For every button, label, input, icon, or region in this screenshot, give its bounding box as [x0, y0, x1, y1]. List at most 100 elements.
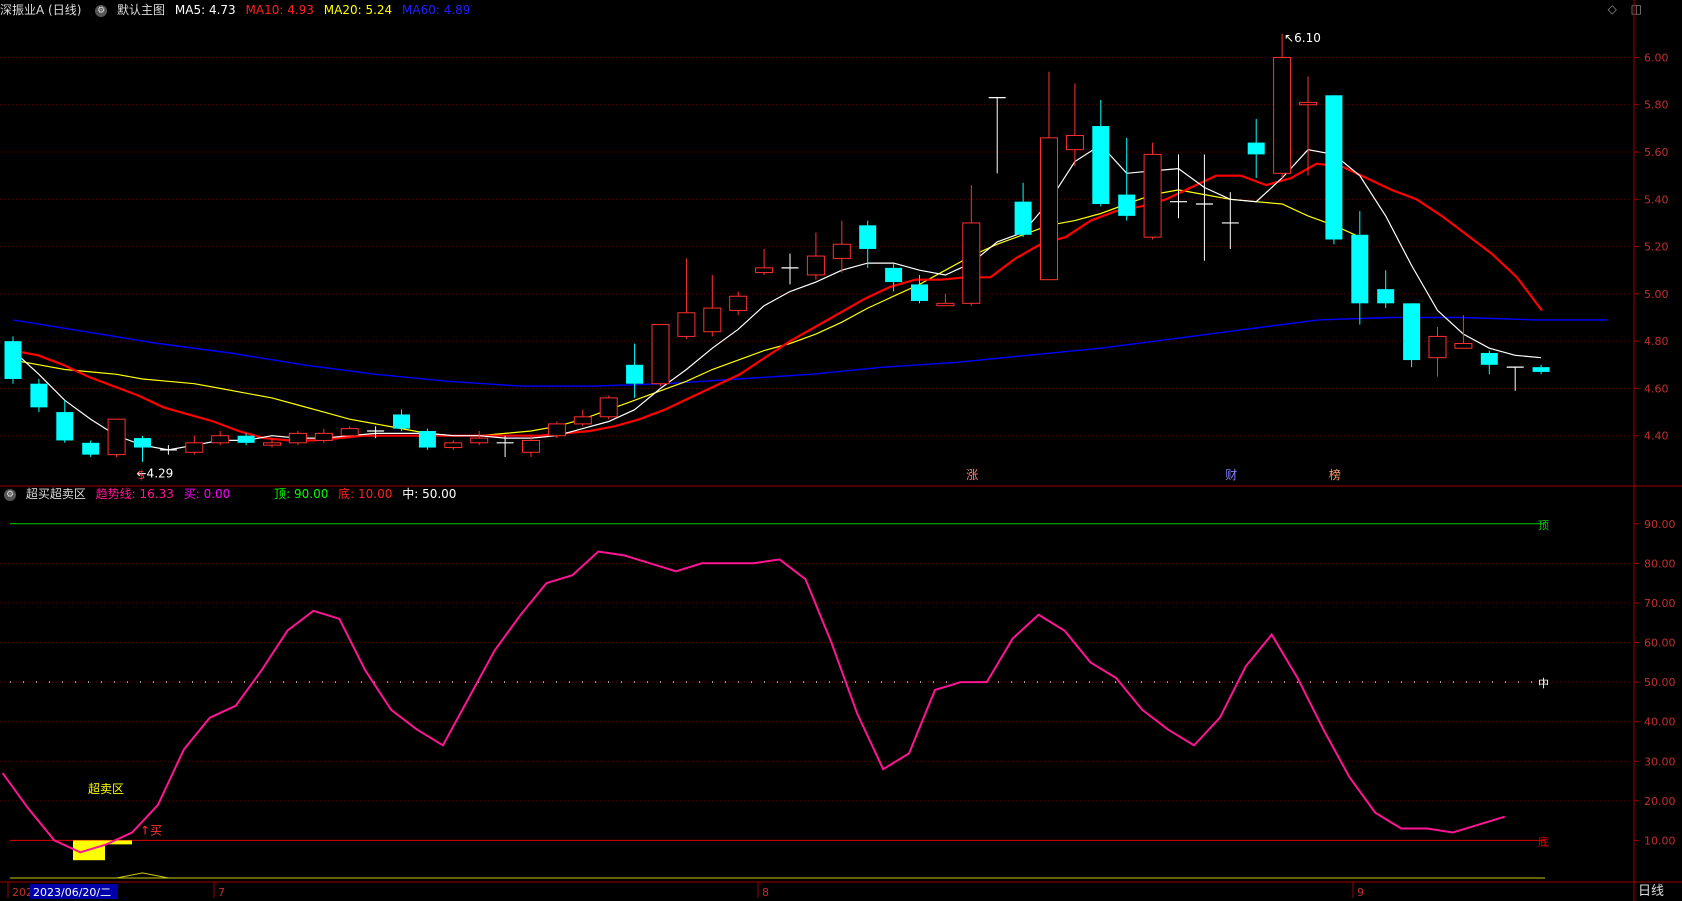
candle: [56, 400, 74, 443]
candle: [1014, 182, 1032, 238]
candle-body: [1428, 335, 1447, 359]
sub-y-tick-label: 30.00: [1644, 755, 1676, 768]
event-marker: 涨: [966, 467, 978, 482]
candle: [1428, 326, 1447, 377]
candle: [1092, 100, 1110, 207]
candle: [418, 428, 436, 450]
candle: [729, 291, 748, 316]
candle-body: [340, 428, 359, 437]
candle: [1480, 350, 1498, 375]
candle-body: [470, 437, 489, 444]
candle-body: [1092, 126, 1110, 205]
candle: [806, 232, 825, 280]
cursor-date-label: 2023/06/20/二: [33, 886, 111, 899]
candle-body: [832, 243, 851, 259]
event-marker: 财: [1225, 468, 1237, 482]
candle-body: [547, 423, 566, 437]
candle: [159, 445, 177, 455]
candle-body: [211, 435, 230, 444]
candle: [522, 435, 540, 457]
main-y-tick-label: 6.00: [1644, 51, 1669, 64]
stock-chart[interactable]: 6.00 5.80 5.60 5.40 5.20 5.00 4.80 4.60 4.40 90.0…: [0, 0, 1682, 901]
candle: [288, 430, 307, 446]
event-marker: 榜: [1329, 467, 1341, 482]
candle: [781, 253, 799, 285]
candle-body: [56, 412, 74, 441]
candle-body: [626, 364, 644, 384]
main-y-tick-label: 4.80: [1644, 335, 1669, 348]
candle: [1221, 192, 1239, 249]
candle-body: [1377, 289, 1395, 304]
candle-body: [30, 383, 48, 408]
candle: [677, 258, 696, 339]
sub-y-tick-label: 70.00: [1644, 597, 1676, 610]
candle-body: [393, 414, 410, 429]
candle: [1040, 71, 1058, 281]
main-y-tick-label: 4.40: [1644, 430, 1669, 443]
ma-line-ma60: [12, 316, 1608, 387]
candle: [30, 378, 48, 413]
candle-body: [962, 222, 981, 304]
candle-body: [522, 439, 540, 453]
candle: [1351, 211, 1369, 325]
candle: [703, 274, 722, 337]
ref-line-label: 底: [1538, 834, 1549, 848]
candle-body: [1247, 142, 1265, 155]
candle-body: [911, 284, 928, 301]
sub-y-tick-label: 80.00: [1644, 557, 1676, 570]
period-label[interactable]: 日线: [1638, 880, 1664, 899]
candle: [1143, 142, 1162, 240]
candle-body: [1014, 201, 1032, 235]
candle-body: [599, 397, 618, 418]
x-tick-label: 9: [1357, 886, 1364, 899]
candle-body: [1065, 134, 1084, 151]
candle: [1195, 154, 1213, 261]
candle-body: [755, 267, 774, 274]
candle: [4, 336, 22, 384]
main-y-tick-label: 5.20: [1644, 241, 1669, 254]
ma-line-ma5: [12, 144, 1542, 451]
candle: [211, 430, 230, 446]
candle-body: [1273, 56, 1292, 174]
candle-body: [134, 438, 151, 448]
candle: [470, 430, 489, 446]
candle: [82, 440, 100, 457]
candle-body: [729, 295, 748, 311]
candle-body: [418, 430, 436, 448]
main-y-tick-label: 4.60: [1644, 382, 1669, 395]
candle-body: [82, 442, 100, 455]
sub-y-tick-label: 60.00: [1644, 637, 1676, 650]
x-tick-label: 8: [762, 886, 769, 899]
candle: [1325, 95, 1343, 245]
candle: [1506, 366, 1524, 391]
candle-body: [1532, 367, 1550, 372]
candle-body: [677, 312, 696, 337]
candle: [185, 435, 204, 455]
candle: [1403, 303, 1421, 368]
candle: [1118, 137, 1136, 221]
candle-body: [936, 302, 955, 307]
sub-y-tick-label: 40.00: [1644, 716, 1676, 729]
candle-body: [263, 442, 281, 446]
candle: [626, 343, 644, 398]
candle: [599, 395, 618, 420]
candle: [134, 435, 151, 462]
candle: [988, 97, 1006, 174]
candle: [1454, 315, 1473, 349]
main-y-tick-label: 5.40: [1644, 193, 1669, 206]
candle-body: [859, 225, 877, 249]
buy-signal-bump: [116, 872, 169, 879]
candle-body: [1351, 234, 1369, 304]
candle-body: [1480, 352, 1498, 365]
candle-body: [703, 307, 722, 333]
candle-body: [651, 324, 670, 385]
candle-body: [185, 442, 204, 453]
ref-line-label: 顶: [1538, 519, 1549, 532]
sub-y-tick-label: 10.00: [1644, 834, 1676, 847]
candle: [444, 440, 463, 450]
candle: [107, 418, 126, 457]
main-y-tick-label: 5.60: [1644, 146, 1669, 159]
candle-body: [1454, 343, 1473, 349]
candle-body: [107, 418, 126, 456]
candle-body: [314, 432, 333, 441]
